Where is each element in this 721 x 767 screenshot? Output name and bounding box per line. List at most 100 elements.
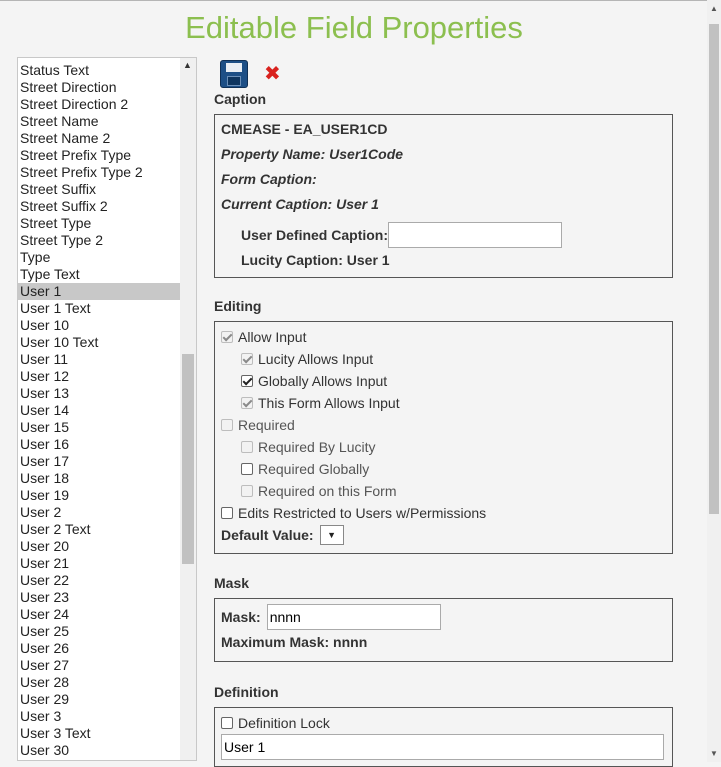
globally-allows-checkbox[interactable] [241,375,253,387]
list-item[interactable]: Status Text [18,62,180,79]
lucity-allows-checkbox[interactable] [241,353,253,365]
floppy-disk-icon [226,63,242,72]
save-button[interactable] [220,60,248,88]
scroll-down-icon[interactable]: ▼ [710,749,718,758]
definition-input[interactable] [221,734,664,760]
definition-heading: Definition [214,684,279,700]
field-list-items: StatusStatus TextStreet DirectionStreet … [18,58,180,759]
list-item[interactable]: User 1 Text [18,300,180,317]
properties-panel: ✖ Caption CMEASE - EA_USER1CD Property N… [214,57,684,767]
default-value-select[interactable]: ▼ [319,525,344,545]
list-item[interactable]: Street Type [18,215,180,232]
definition-lock-row: Definition Lock [221,712,666,734]
definition-panel: Definition Lock [214,707,673,767]
list-item[interactable]: User 1 [18,283,180,300]
list-item[interactable]: User 11 [18,351,180,368]
list-item[interactable]: User 10 Text [18,334,180,351]
page-scroll-thumb[interactable] [709,24,719,514]
page-title: Editable Field Properties [185,10,523,45]
list-item[interactable]: Street Name 2 [18,130,180,147]
lucity-allows-row: Lucity Allows Input [221,348,666,370]
list-item[interactable]: User 15 [18,419,180,436]
required-globally-checkbox[interactable] [241,463,253,475]
edits-restricted-row: Edits Restricted to Users w/Permissions [221,502,666,524]
list-item[interactable]: Street Type 2 [18,232,180,249]
edits-restricted-checkbox[interactable] [221,507,233,519]
required-lucity-label: Required By Lucity [258,439,376,455]
list-item[interactable]: User 16 [18,436,180,453]
list-item[interactable]: Street Direction 2 [18,96,180,113]
scroll-up-icon[interactable]: ▲ [183,60,192,70]
cancel-button[interactable]: ✖ [264,62,281,86]
scroll-up-icon[interactable]: ▲ [710,4,718,13]
list-item[interactable]: User 26 [18,640,180,657]
list-item[interactable]: Street Suffix 2 [18,198,180,215]
list-item[interactable]: Street Suffix [18,181,180,198]
list-item[interactable]: User 24 [18,606,180,623]
maximum-mask: Maximum Mask: nnnn [221,634,368,650]
allow-input-row: Allow Input [221,326,666,348]
mask-input[interactable] [266,604,441,630]
list-item[interactable]: User 29 [18,691,180,708]
chevron-down-icon: ▼ [327,530,337,540]
list-item[interactable]: User 13 [18,385,180,402]
list-item[interactable]: User 3 [18,708,180,725]
required-checkbox[interactable] [221,419,233,431]
mask-label: Mask: [221,609,261,625]
list-item[interactable]: User 20 [18,538,180,555]
required-label: Required [238,417,295,433]
field-list-scrollbar[interactable]: ▲ [180,58,196,760]
required-form-checkbox[interactable] [241,485,253,497]
caption-panel: CMEASE - EA_USER1CD Property Name: User1… [214,114,673,278]
list-item[interactable]: Street Direction [18,79,180,96]
list-item[interactable]: Type Text [18,266,180,283]
editing-panel: Allow Input Lucity Allows Input Globally… [214,321,673,554]
red-x-icon: ✖ [264,63,281,85]
default-value-label: Default Value: [221,527,314,543]
list-item[interactable]: User 2 [18,504,180,521]
list-item[interactable]: User 3 Text [18,725,180,742]
field-code: CMEASE - EA_USER1CD [221,121,388,137]
globally-allows-label: Globally Allows Input [258,373,388,389]
field-list-scroll-thumb[interactable] [182,354,194,564]
list-item[interactable]: Type [18,249,180,266]
caption-heading: Caption [214,91,267,107]
list-item[interactable]: Street Prefix Type 2 [18,164,180,181]
user-defined-caption-row: User Defined Caption: [221,221,666,249]
list-item[interactable]: User 25 [18,623,180,640]
list-item[interactable]: User 19 [18,487,180,504]
allow-input-checkbox[interactable] [221,331,233,343]
default-value-row: Default Value: ▼ [221,524,666,546]
form-allows-row: This Form Allows Input [221,392,666,414]
list-item[interactable]: User 17 [18,453,180,470]
list-item[interactable]: User 14 [18,402,180,419]
list-item[interactable]: Street Name [18,113,180,130]
form-allows-checkbox[interactable] [241,397,253,409]
mask-panel: Mask: Maximum Mask: nnnn [214,598,673,662]
list-item[interactable]: User 10 [18,317,180,334]
list-item[interactable]: User 12 [18,368,180,385]
mask-row: Mask: [221,604,666,630]
list-item[interactable]: User 28 [18,674,180,691]
list-item[interactable]: User 23 [18,589,180,606]
user-defined-caption-label: User Defined Caption: [241,227,389,243]
list-item[interactable]: User 27 [18,657,180,674]
list-item[interactable]: User 18 [18,470,180,487]
edits-restricted-label: Edits Restricted to Users w/Permissions [238,505,487,521]
list-item[interactable]: User 2 Text [18,521,180,538]
user-defined-caption-input[interactable] [388,222,563,248]
definition-lock-checkbox[interactable] [221,717,233,729]
page-scrollbar[interactable]: ▲ ▼ [707,0,721,762]
form-allows-label: This Form Allows Input [258,395,400,411]
field-list[interactable]: StatusStatus TextStreet DirectionStreet … [17,57,197,761]
list-item[interactable]: User 30 [18,742,180,759]
property-name: Property Name: User1Code [221,146,404,162]
required-lucity-checkbox[interactable] [241,441,253,453]
lucity-allows-label: Lucity Allows Input [258,351,374,367]
list-item[interactable]: User 21 [18,555,180,572]
list-item[interactable]: Street Prefix Type [18,147,180,164]
lucity-caption: Lucity Caption: User 1 [241,252,390,268]
toolbar: ✖ [214,57,684,91]
definition-lock-label: Definition Lock [238,715,330,731]
list-item[interactable]: User 22 [18,572,180,589]
